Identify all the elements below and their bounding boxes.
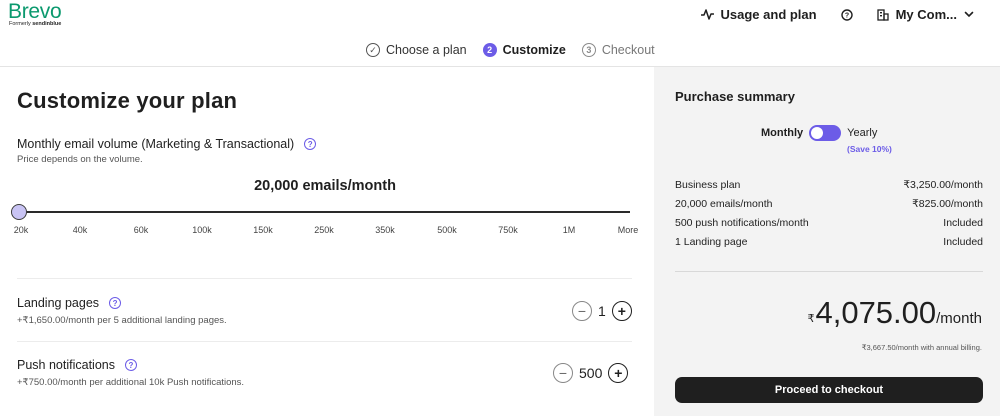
step-number: 2	[482, 43, 497, 57]
monthly-label[interactable]: Monthly	[761, 127, 803, 139]
help-icon[interactable]: ?	[304, 138, 317, 150]
toggle-knob	[811, 127, 824, 139]
summary-line: 1 Landing page Included	[675, 236, 983, 255]
line-value: ₹825.00/month	[912, 198, 983, 210]
brevo-logo[interactable]: Brevo Formerly sendinblue	[8, 0, 62, 27]
push-notifications-stepper: − 500 +	[553, 363, 629, 383]
annual-billing-note: ₹3,667.50/month with annual billing.	[861, 343, 982, 352]
push-notifications-label: Push notifications ?	[17, 358, 137, 372]
landing-pages-title: Landing pages	[17, 296, 100, 310]
slider-tick: 40k	[72, 225, 88, 235]
landing-pages-label: Landing pages ?	[17, 296, 122, 310]
email-volume-subtext: Price depends on the volume.	[17, 154, 143, 165]
push-notifications-title: Push notifications	[17, 358, 115, 372]
logo-formerly: Formerly sendinblue	[9, 21, 61, 27]
check-icon: ✓	[366, 43, 380, 57]
slider-tick: 150k	[253, 225, 273, 235]
top-nav: Usage and plan ? My Com...	[700, 7, 974, 22]
email-volume-label-text: Monthly email volume (Marketing & Transa…	[17, 137, 295, 151]
slider-tick: 500k	[437, 225, 457, 235]
chevron-down-icon	[964, 11, 974, 18]
line-value: Included	[943, 217, 983, 229]
billing-period-toggle[interactable]	[809, 125, 842, 141]
line-label: Business plan	[675, 179, 741, 191]
section-divider	[17, 278, 632, 279]
email-volume-slider-track[interactable]	[18, 211, 630, 213]
summary-divider	[675, 271, 983, 272]
slider-tick: 750k	[498, 225, 518, 235]
activity-icon	[700, 9, 714, 20]
purchase-summary-title: Purchase summary	[675, 89, 795, 104]
summary-line: 20,000 emails/month ₹825.00/month	[675, 198, 983, 217]
push-notifications-quantity[interactable]: 500	[579, 365, 602, 381]
building-icon	[876, 8, 889, 21]
email-volume-slider-thumb[interactable]	[11, 204, 27, 220]
help-button[interactable]: ?	[840, 8, 853, 21]
line-value: Included	[943, 236, 983, 248]
slider-tick: 250k	[314, 225, 334, 235]
total-currency: ₹	[807, 313, 815, 325]
usage-and-plan-link[interactable]: Usage and plan	[700, 7, 817, 22]
step-customize[interactable]: 2 Customize	[482, 43, 566, 57]
landing-pages-stepper: − 1 +	[572, 301, 632, 321]
summary-line-items: Business plan ₹3,250.00/month 20,000 ema…	[675, 179, 983, 255]
step-choose-plan[interactable]: ✓ Choose a plan	[366, 43, 467, 57]
account-name: My Com...	[895, 7, 957, 22]
logo-wordmark: Brevo	[8, 0, 62, 23]
page-title: Customize your plan	[17, 88, 238, 113]
help-icon: ?	[840, 8, 853, 21]
increase-button[interactable]: +	[611, 301, 632, 321]
proceed-to-checkout-button[interactable]: Proceed to checkout	[675, 377, 983, 403]
decrease-button[interactable]: −	[572, 301, 592, 321]
summary-line: 500 push notifications/month Included	[675, 217, 983, 236]
line-label: 500 push notifications/month	[675, 217, 809, 229]
step-label: Choose a plan	[386, 43, 467, 57]
email-volume-label: Monthly email volume (Marketing & Transa…	[17, 137, 317, 151]
usage-and-plan-label: Usage and plan	[720, 7, 817, 22]
logo-formerly-prefix: Formerly	[9, 21, 31, 27]
section-divider	[17, 341, 632, 342]
step-label: Customize	[502, 43, 566, 57]
help-icon[interactable]: ?	[109, 297, 122, 309]
total-price: ₹ 4,075.00 /month	[807, 296, 982, 330]
push-notifications-price-note: +₹750.00/month per additional 10k Push n…	[17, 377, 245, 388]
line-label: 20,000 emails/month	[675, 198, 773, 210]
summary-line: Business plan ₹3,250.00/month	[675, 179, 983, 198]
landing-pages-price-note: +₹1,650.00/month per 5 additional landin…	[17, 315, 227, 326]
increase-button[interactable]: +	[608, 363, 629, 383]
step-number: 3	[581, 43, 596, 57]
svg-text:?: ?	[844, 12, 848, 19]
slider-tick: 100k	[192, 225, 212, 235]
billing-toggle-group: Monthly Yearly	[761, 125, 877, 141]
line-value: ₹3,250.00/month	[903, 179, 983, 191]
slider-tick: 1M	[562, 225, 576, 235]
step-checkout[interactable]: 3 Checkout	[581, 43, 655, 57]
top-header: Brevo Formerly sendinblue Usage and plan…	[0, 0, 1000, 34]
help-icon[interactable]: ?	[124, 359, 137, 371]
yearly-savings-note: (Save 10%)	[847, 144, 892, 154]
decrease-button[interactable]: −	[553, 363, 573, 383]
email-volume-value: 20,000 emails/month	[254, 178, 396, 194]
slider-tick: 20k	[13, 225, 29, 235]
slider-tick: 350k	[375, 225, 395, 235]
slider-tick: 60k	[133, 225, 149, 235]
total-amount: 4,075.00	[815, 295, 937, 330]
account-menu[interactable]: My Com...	[876, 7, 974, 22]
total-period: /month	[936, 310, 982, 327]
yearly-label[interactable]: Yearly	[847, 127, 877, 139]
landing-pages-quantity[interactable]: 1	[598, 303, 606, 319]
checkout-stepper: ✓ Choose a plan 2 Customize 3 Checkout	[366, 41, 671, 59]
line-label: 1 Landing page	[675, 236, 748, 248]
purchase-summary-panel: Purchase summary Monthly Yearly (Save 10…	[654, 67, 1000, 416]
logo-formerly-name: sendinblue	[32, 21, 62, 27]
slider-tick: More	[617, 225, 639, 235]
step-label: Checkout	[601, 43, 655, 57]
